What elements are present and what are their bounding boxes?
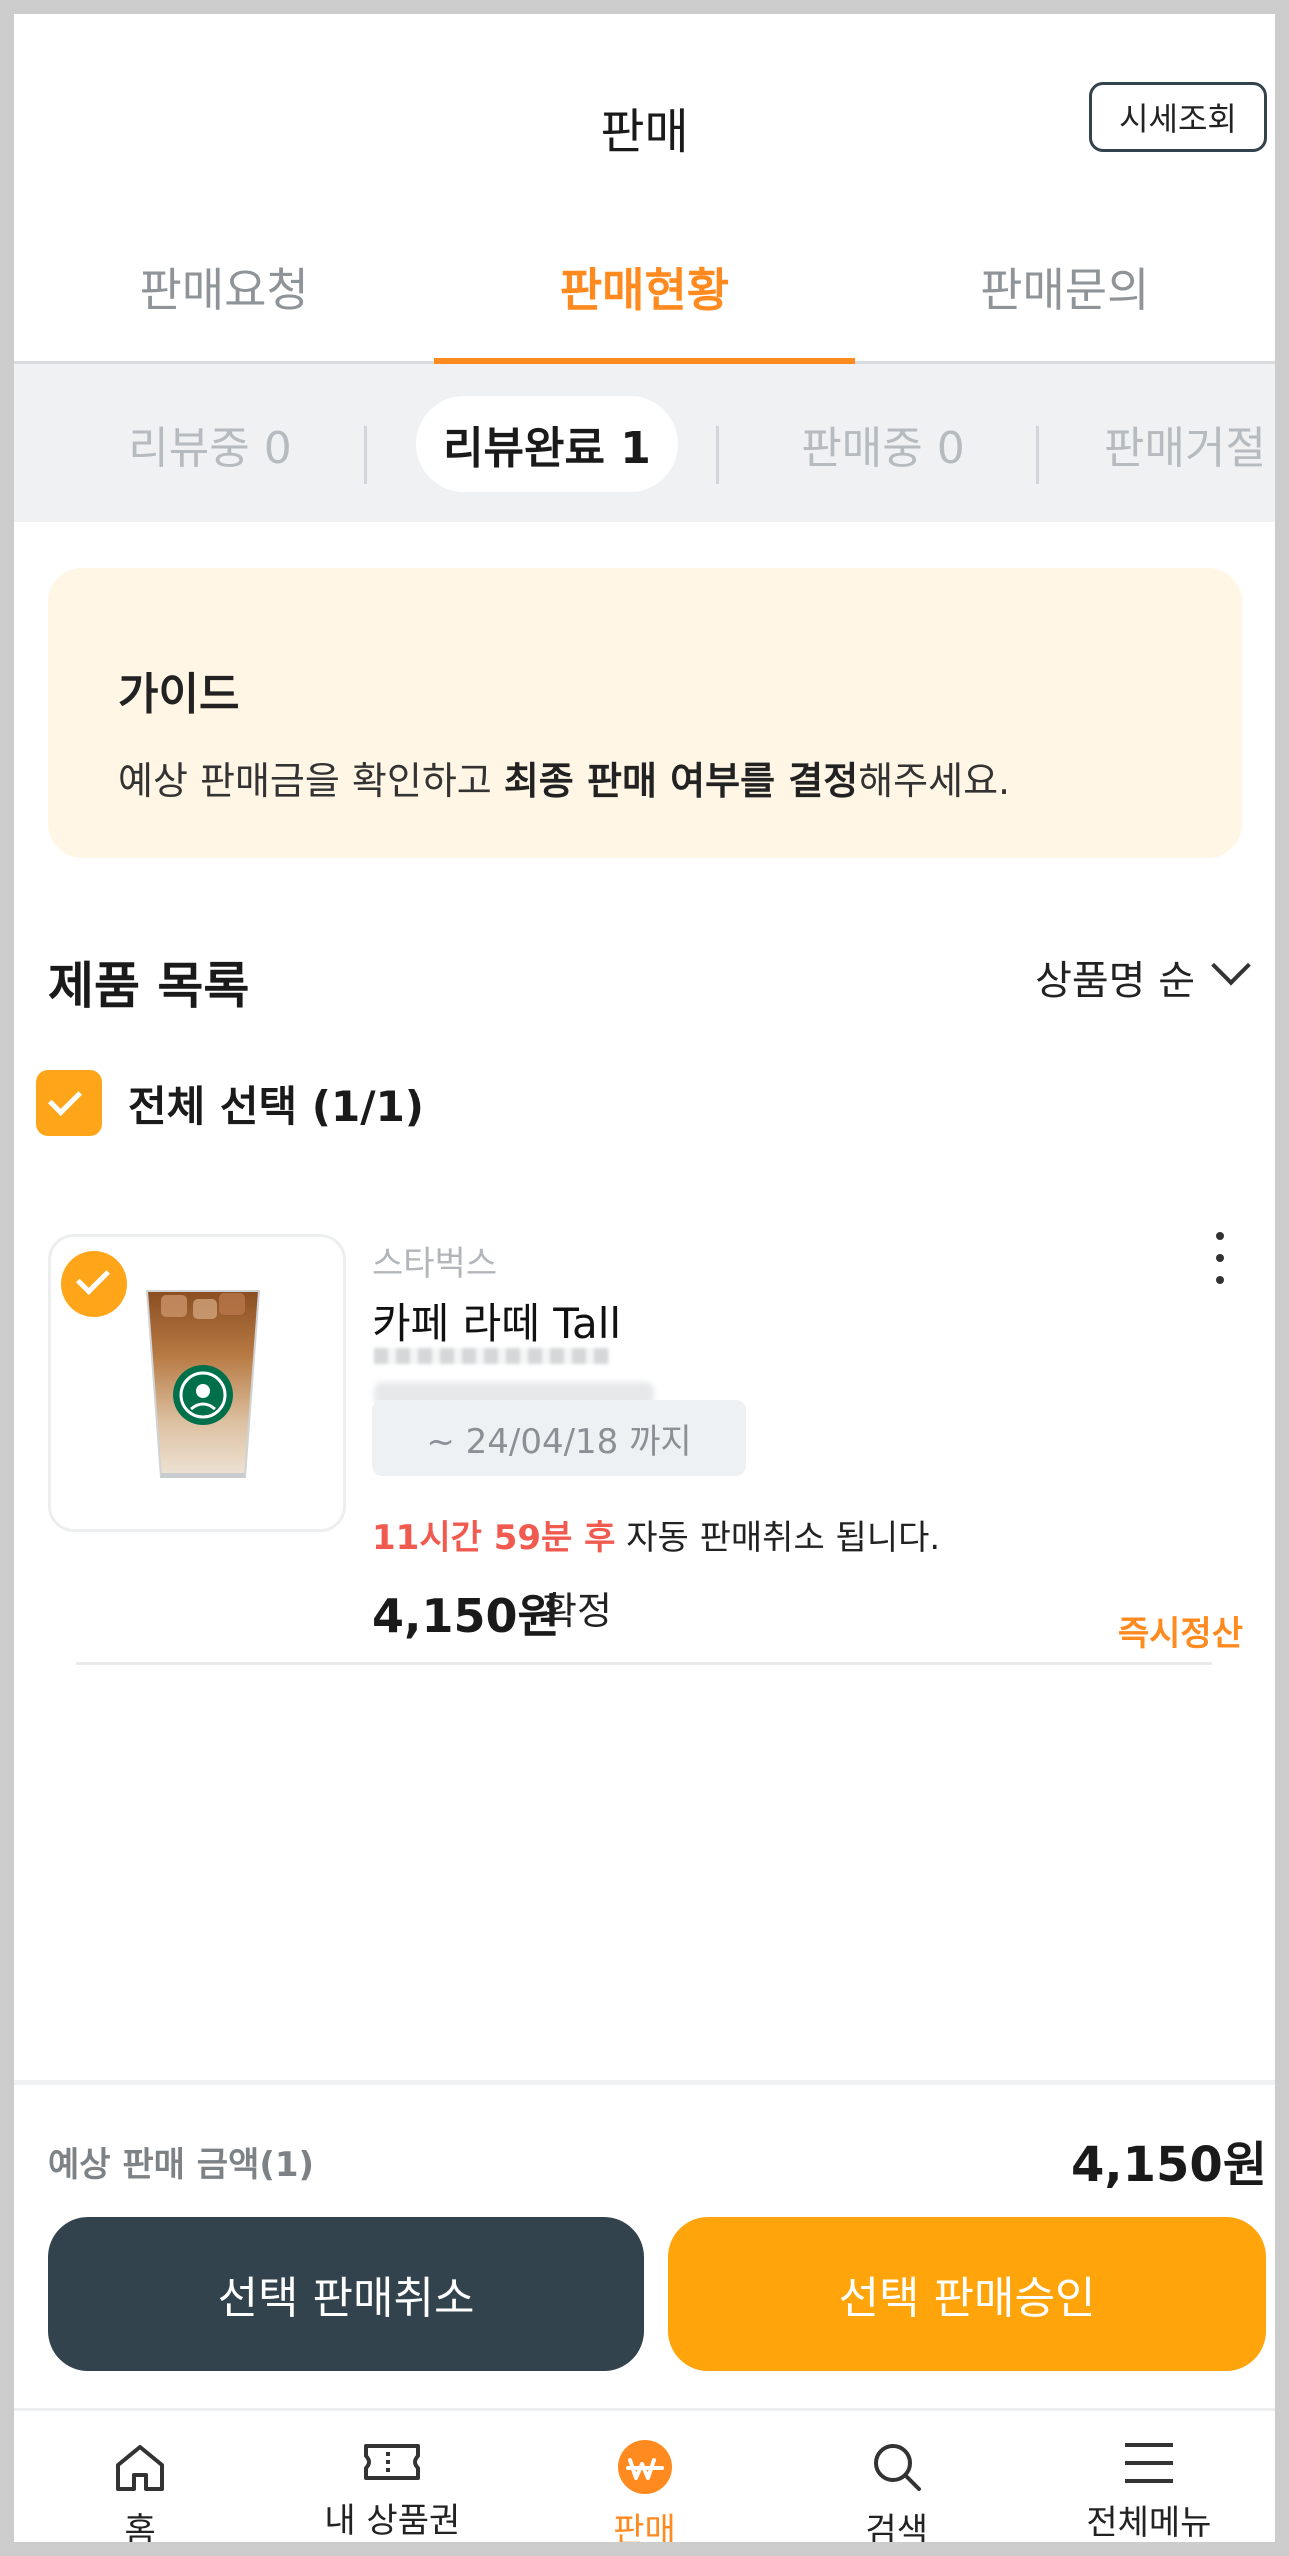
chip-reviewing[interactable]: 리뷰중 0 — [110, 396, 310, 492]
nav-label: 판매 — [613, 2511, 676, 2542]
check-icon — [48, 1082, 82, 1116]
nav-home[interactable]: 홈 — [14, 2411, 266, 2542]
guide-text-part: 예상 판매금을 확인하고 — [118, 759, 504, 803]
guide-text-emphasis: 최종 판매 여부를 결정 — [503, 759, 859, 803]
tab-sell-status[interactable]: 판매현황 — [434, 214, 855, 364]
tab-label: 판매요청 — [139, 263, 309, 317]
more-options-icon[interactable] — [1215, 1232, 1225, 1284]
product-list-title: 제품 목록 — [48, 957, 250, 1015]
price-lookup-button[interactable]: 시세조회 — [1089, 82, 1267, 152]
nav-label: 전체메뉴 — [1086, 2503, 1212, 2542]
nav-label: 검색 — [865, 2511, 928, 2542]
main-tabs: 판매요청 판매현황 판매문의 — [14, 214, 1275, 364]
nav-sell[interactable]: 판매 — [518, 2411, 770, 2542]
instant-settlement-badge: 즉시정산 — [1117, 1614, 1243, 1654]
product-thumbnail[interactable] — [48, 1234, 346, 1532]
auto-cancel-notice: 11시간 59분 후 자동 판매취소 됩니다. — [372, 1510, 940, 1559]
status-chip-row: 리뷰중 0 리뷰완료 1 판매중 0 판매거절 0 — [14, 396, 1275, 492]
product-select-checkbox[interactable] — [61, 1251, 127, 1317]
bottom-nav: 홈 내 상품권 판매 검색 전체메뉴 — [14, 2408, 1275, 2542]
countdown-timer: 11시간 59분 후 — [372, 1518, 616, 1558]
chip-review-done[interactable]: 리뷰완료 1 — [416, 396, 678, 492]
nav-label: 내 상품권 — [324, 2501, 461, 2541]
app-screen: 판매 시세조회 판매요청 판매현황 판매문의 리뷰중 0 리뷰완료 1 판매중 … — [14, 14, 1275, 2542]
menu-icon — [1119, 2439, 1179, 2487]
divider — [76, 1662, 1212, 1665]
chip-divider — [716, 426, 719, 484]
action-bar: 예상 판매 금액(1) 4,150원 선택 판매취소 선택 판매승인 — [14, 2080, 1275, 2408]
sort-label: 상품명 순 — [1035, 958, 1195, 1004]
guide-box: 가이드 예상 판매금을 확인하고 최종 판매 여부를 결정해주세요. — [48, 568, 1242, 858]
expiry-badge: ~ 24/04/18 까지 — [372, 1400, 746, 1476]
redacted-text — [374, 1348, 610, 1364]
search-icon — [867, 2439, 927, 2495]
guide-text: 예상 판매금을 확인하고 최종 판매 여부를 결정해주세요. — [118, 750, 1242, 805]
ticket-icon — [362, 2439, 422, 2485]
approve-sale-button[interactable]: 선택 판매승인 — [668, 2217, 1266, 2371]
expected-amount-value: 4,150원 — [1071, 2137, 1267, 2193]
tab-label: 판매현황 — [559, 263, 730, 317]
check-icon — [76, 1261, 110, 1295]
nav-label: 홈 — [124, 2511, 156, 2542]
guide-title: 가이드 — [118, 669, 240, 720]
tab-sell-inquiry[interactable]: 판매문의 — [855, 214, 1275, 361]
chip-rejected[interactable]: 판매거절 0 — [1104, 396, 1275, 492]
expected-amount-label: 예상 판매 금액(1) — [48, 2145, 315, 2185]
chevron-down-icon — [1211, 945, 1251, 986]
nav-all-menu[interactable]: 전체메뉴 — [1023, 2411, 1275, 2542]
chip-divider — [364, 426, 367, 484]
guide-text-part: 해주세요. — [858, 759, 1011, 803]
tab-sell-request[interactable]: 판매요청 — [14, 214, 434, 361]
chip-divider — [1036, 426, 1039, 484]
cancel-sale-button[interactable]: 선택 판매취소 — [48, 2217, 644, 2371]
sell-won-icon — [615, 2439, 675, 2495]
iced-latte-image — [145, 1290, 261, 1478]
nav-my-vouchers[interactable]: 내 상품권 — [266, 2411, 518, 2542]
product-brand: 스타벅스 — [372, 1244, 498, 1284]
select-all-checkbox[interactable] — [36, 1070, 102, 1136]
status-filter-bar: 리뷰중 0 리뷰완료 1 판매중 0 판매거절 0 — [14, 364, 1275, 522]
auto-cancel-text: 자동 판매취소 됩니다. — [615, 1518, 941, 1558]
nav-search[interactable]: 검색 — [771, 2411, 1023, 2542]
sort-dropdown[interactable]: 상품명 순 — [1035, 945, 1251, 1006]
page-title: 판매 — [600, 104, 689, 160]
product-price: 4,150원 — [372, 1589, 560, 1643]
price-status: 확정 — [542, 1589, 612, 1633]
header: 판매 시세조회 — [14, 14, 1275, 204]
select-all[interactable]: 전체 선택 (1/1) — [36, 1070, 424, 1136]
tab-label: 판매문의 — [980, 263, 1150, 317]
home-icon — [110, 2439, 170, 2495]
select-all-label: 전체 선택 (1/1) — [128, 1081, 424, 1131]
chip-on-sale[interactable]: 판매중 0 — [778, 396, 988, 492]
product-name: 카페 라떼 Tall — [372, 1299, 622, 1348]
